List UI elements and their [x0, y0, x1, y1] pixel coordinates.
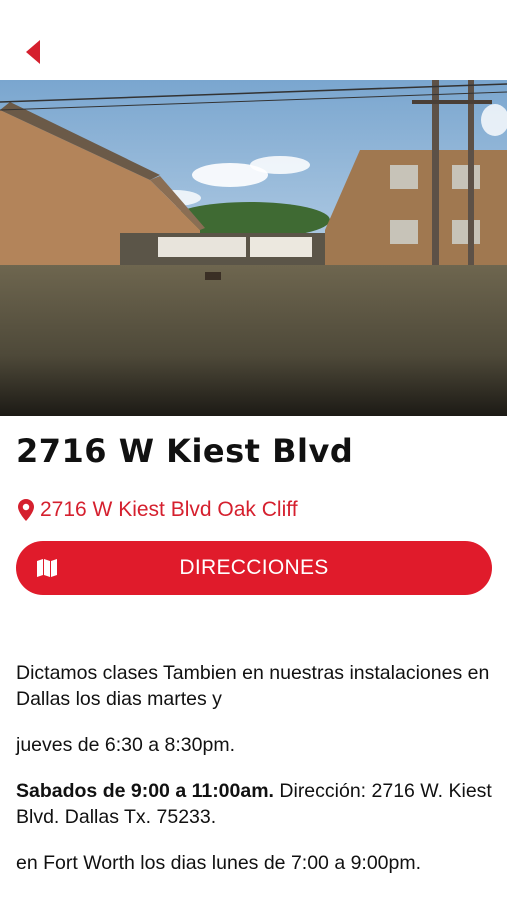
description-paragraph-4: en Fort Worth los dias lunes de 7:00 a 9… — [16, 852, 422, 874]
directions-button[interactable]: DIRECCIONES — [16, 541, 492, 595]
description-paragraph-3: Sabados de 9:00 a 11:00am. Dirección: 27… — [16, 778, 494, 830]
map-icon — [37, 559, 57, 577]
directions-label: DIRECCIONES — [179, 556, 329, 579]
saturday-hours: Sabados de 9:00 a 11:00am. — [16, 780, 274, 802]
top-bar — [0, 0, 507, 80]
address-text: 2716 W Kiest Blvd Oak Cliff — [40, 498, 298, 521]
address-link[interactable]: 2716 W Kiest Blvd Oak Cliff — [18, 498, 298, 522]
description: Dictamos clases Tambien en nuestras inst… — [16, 660, 494, 896]
location-title: 2716 W Kiest Blvd — [16, 432, 354, 470]
back-arrow-icon — [26, 40, 40, 64]
description-paragraph-2: jueves de 6:30 a 8:30pm. — [16, 734, 235, 756]
description-paragraph-1: Dictamos clases Tambien en nuestras inst… — [16, 662, 490, 710]
map-pin-icon — [18, 499, 34, 521]
back-button[interactable] — [18, 36, 48, 68]
location-photo — [0, 80, 507, 416]
